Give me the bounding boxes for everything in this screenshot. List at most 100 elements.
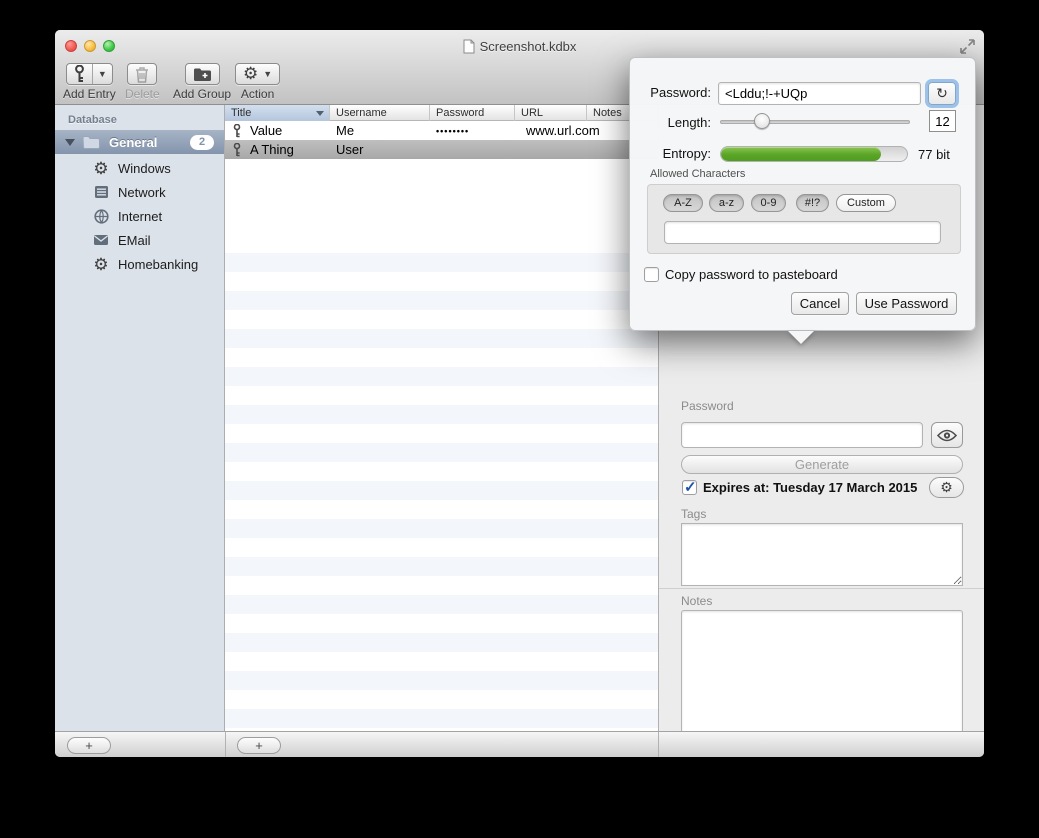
length-value[interactable]: 12 (929, 110, 956, 132)
expires-settings-button[interactable]: ⚙ (929, 477, 964, 498)
regenerate-button[interactable]: ↻ (928, 82, 956, 105)
sidebar-item-label: Homebanking (118, 257, 198, 272)
copy-to-pasteboard-checkbox[interactable] (644, 267, 659, 282)
sidebar-item-homebanking[interactable]: ⚙ Homebanking (55, 252, 224, 276)
charset-toggle-#!?[interactable]: #!? (796, 194, 829, 212)
charset-toggle-a-z[interactable]: A-Z (663, 194, 703, 212)
sidebar-item-label: Network (118, 185, 166, 200)
notes-label: Notes (681, 594, 712, 608)
charset-toggle-a-z[interactable]: a-z (709, 194, 744, 212)
charset-toggle-0-9[interactable]: 0-9 (751, 194, 786, 212)
chevron-down-icon: ▼ (98, 69, 107, 79)
cell-password (436, 140, 514, 159)
use-password-button[interactable]: Use Password (856, 292, 957, 315)
entry-password-input[interactable] (681, 422, 923, 448)
length-label: Length: (630, 115, 711, 130)
add-entry-plus-button[interactable]: + (237, 737, 281, 754)
key-icon (233, 124, 241, 138)
password-generator-popover: Password: ↻ Length: 12 Entropy: 77 bit A… (629, 57, 976, 331)
action-button[interactable]: ⚙▼Action (235, 63, 280, 101)
show-password-button[interactable] (931, 422, 963, 448)
custom-charset-input[interactable] (664, 221, 941, 244)
column-header-password[interactable]: Password (430, 105, 515, 121)
cell-title: A Thing (250, 140, 328, 159)
generated-password-input[interactable] (718, 82, 921, 105)
toolbar-item-label: Action (241, 87, 274, 101)
table-empty-area[interactable] (225, 234, 658, 731)
gear-icon: ⚙ (93, 256, 109, 273)
add-entry-button[interactable]: ▼ Add Entry (63, 63, 116, 101)
entropy-meter (720, 146, 908, 162)
table-row[interactable]: ValueMe••••••••www.url.com (225, 121, 658, 140)
window-title: Screenshot.kdbx (480, 39, 577, 54)
eye-icon (937, 429, 957, 442)
table-row[interactable]: A Thing User (225, 140, 658, 159)
expires-label: Expires at: Tuesday 17 March 2015 (703, 480, 917, 495)
sidebar-item-email[interactable]: EMail (55, 228, 224, 252)
generate-button[interactable]: Generate (681, 455, 963, 474)
sidebar: Database General 2 ⚙Windows Network Intern… (55, 105, 225, 731)
entropy-value: 77 bit (918, 147, 950, 162)
delete-button: Delete (125, 63, 160, 101)
column-header-title[interactable]: Title (225, 105, 330, 121)
toolbar-item-label: Add Entry (63, 87, 116, 101)
cell-password: •••••••• (436, 121, 514, 140)
sidebar-item-general[interactable]: General 2 (55, 130, 224, 154)
envelope-icon (93, 234, 109, 246)
sidebar-item-label: General (109, 135, 157, 150)
allowed-characters-label: Allowed Characters (650, 168, 745, 180)
sidebar-item-network[interactable]: Network (55, 180, 224, 204)
sidebar-item-windows[interactable]: ⚙Windows (55, 156, 224, 180)
entry-table: Title Username Password URL Notes Value Me •••… (225, 105, 658, 731)
charset-toggle-custom[interactable]: Custom (836, 194, 896, 212)
key-icon (74, 65, 85, 83)
add-group-button[interactable]: Add Group (173, 63, 231, 101)
sidebar-item-internet[interactable]: Internet (55, 204, 224, 228)
sidebar-section-label: Database (68, 114, 117, 126)
cell-username: Me (336, 121, 428, 140)
sidebar-item-label: EMail (118, 233, 151, 248)
column-header-username[interactable]: Username (330, 105, 430, 121)
delete-toolbar-control (127, 63, 157, 85)
column-header-url[interactable]: URL (515, 105, 587, 121)
length-slider[interactable] (720, 120, 910, 124)
refresh-icon: ↻ (936, 85, 948, 102)
disclosure-triangle-icon[interactable] (65, 139, 75, 146)
gear-icon: ⚙ (93, 160, 109, 177)
document-icon (463, 39, 475, 54)
cell-url (526, 140, 626, 159)
password-section-label: Password (681, 399, 734, 413)
bottom-bar: + + (55, 731, 984, 757)
section-divider (659, 588, 984, 589)
table-header: Title Username Password URL Notes (225, 105, 658, 121)
add-entry-toolbar-control[interactable]: ▼ (66, 63, 113, 85)
add-group-toolbar-control[interactable] (185, 63, 220, 85)
expires-checkbox[interactable] (682, 480, 697, 495)
divider (225, 732, 226, 757)
divider (658, 732, 659, 757)
key-icon (233, 143, 241, 157)
gear-icon: ⚙ (940, 479, 953, 496)
add-group-plus-button[interactable]: + (67, 737, 111, 754)
action-toolbar-control[interactable]: ⚙▼ (235, 63, 280, 85)
cell-title: Value (250, 121, 328, 140)
popover-password-label: Password: (630, 85, 711, 100)
copy-to-pasteboard-label: Copy password to pasteboard (665, 267, 838, 282)
entropy-meter-fill (721, 147, 881, 161)
server-icon (93, 185, 109, 199)
entropy-label: Entropy: (630, 146, 711, 161)
cell-username: User (336, 140, 428, 159)
column-header-label: URL (521, 107, 543, 119)
fullscreen-icon[interactable] (960, 39, 975, 54)
popover-arrow (788, 331, 814, 344)
column-header-label: Notes (593, 107, 622, 119)
toolbar-item-label: Add Group (173, 87, 231, 101)
gear-icon: ⚙ (243, 65, 258, 84)
tags-input[interactable] (681, 523, 963, 586)
group-count-badge: 2 (190, 135, 214, 150)
chevron-down-icon: ▼ (263, 69, 272, 79)
cancel-button[interactable]: Cancel (791, 292, 849, 315)
length-slider-thumb[interactable] (754, 113, 770, 129)
column-header-label: Username (336, 107, 387, 119)
toolbar-item-label: Delete (125, 87, 160, 101)
